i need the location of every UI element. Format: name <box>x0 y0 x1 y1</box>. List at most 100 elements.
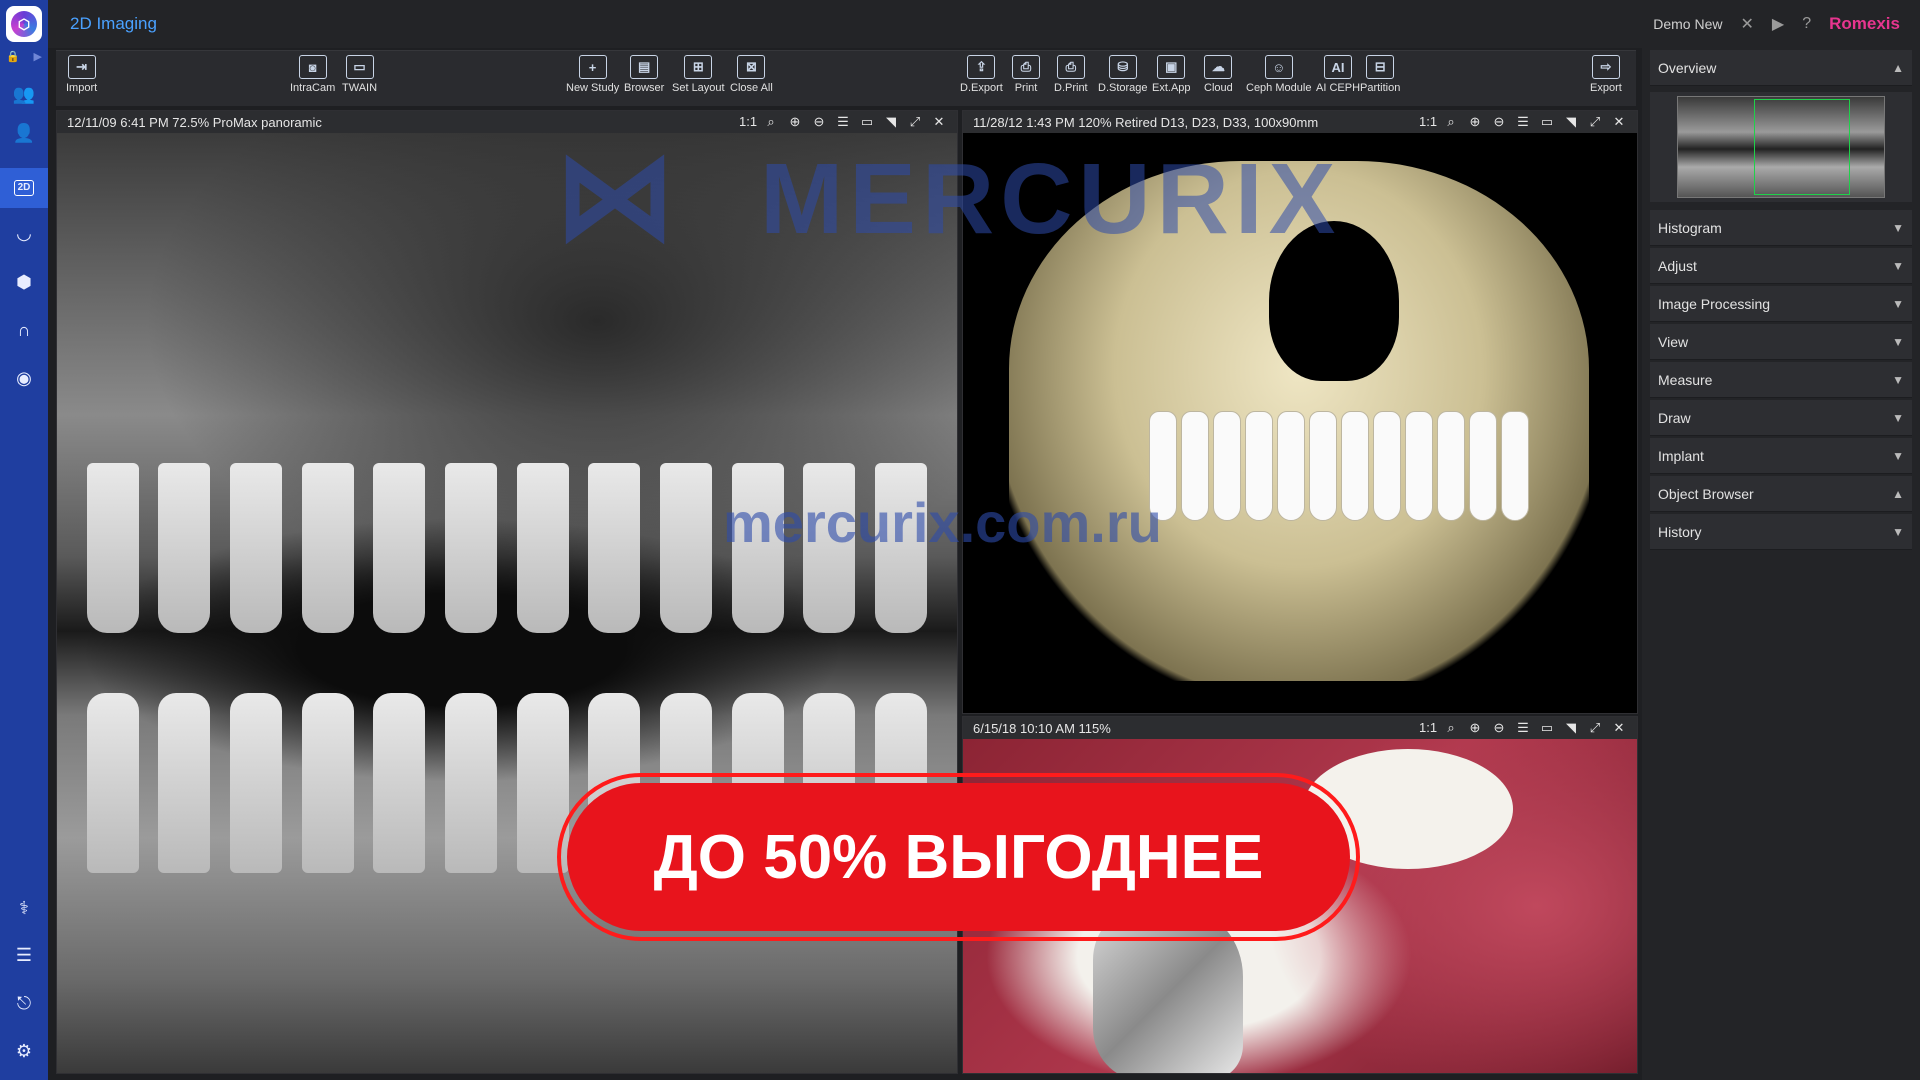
measure-label: Measure <box>1658 371 1713 388</box>
extapp-button[interactable]: ▣ Ext.App <box>1152 55 1191 94</box>
skull-teeth <box>1129 411 1549 521</box>
viewport-tools: 1:1 ⌕ ⊕ ⊖ ☰ ▭ ◥ ⤢ ✕ <box>1419 114 1627 130</box>
lock-icon[interactable]: 🔒 <box>6 50 20 64</box>
import-button[interactable]: ⇥ Import <box>66 55 97 94</box>
new-study-button[interactable]: + New Study <box>566 55 619 94</box>
print-button[interactable]: ⎙ Print <box>1012 55 1040 94</box>
zoom-fit-icon[interactable]: ⌕ <box>763 114 779 130</box>
rail-patients-button[interactable]: 👥 <box>0 74 48 114</box>
ceph-module-button[interactable]: ☺ Ceph Module <box>1246 55 1311 94</box>
view-header[interactable]: View ▼ <box>1650 324 1912 360</box>
zoom-out-icon[interactable]: ⊖ <box>811 114 827 130</box>
corner-icon[interactable]: ◥ <box>883 114 899 130</box>
history-header[interactable]: History ▼ <box>1650 514 1912 550</box>
maximize-icon[interactable]: ⤢ <box>907 114 923 130</box>
object-browser-header[interactable]: Object Browser ▲ <box>1650 476 1912 512</box>
dstorage-button[interactable]: ⛁ D.Storage <box>1098 55 1148 94</box>
export-button[interactable]: ⇨ Export <box>1590 55 1622 94</box>
chevron-down-icon: ▼ <box>1892 524 1904 539</box>
rail-logout-button[interactable]: ⎋ <box>0 983 48 1023</box>
list-icon[interactable]: ☰ <box>835 114 851 130</box>
admin-icon: ☰ <box>15 944 33 965</box>
implant-label: Implant <box>1658 447 1704 464</box>
2d-icon: 2D <box>13 180 35 196</box>
rail-patient-button[interactable]: 👤 <box>0 113 48 153</box>
browser-label: Browser <box>624 82 665 94</box>
zoom-fit-icon[interactable]: ⌕ <box>1443 720 1459 736</box>
user-icon: 👤 <box>12 122 36 143</box>
close-patient-icon[interactable]: ✕ <box>1741 14 1754 34</box>
close-icon[interactable]: ✕ <box>931 114 947 130</box>
browser-icon: ▤ <box>630 55 659 79</box>
histogram-label: Histogram <box>1658 219 1722 236</box>
close-all-button[interactable]: ⊠ Close All <box>730 55 773 94</box>
set-layout-button[interactable]: ⊞ Set Layout <box>672 55 725 94</box>
watermark-logo: ⋈ <box>555 129 675 263</box>
comment-icon[interactable]: ▭ <box>859 114 875 130</box>
app-logo[interactable]: ⬡ <box>6 6 42 42</box>
twain-button[interactable]: ▭ TWAIN <box>342 55 377 94</box>
chevron-down-icon: ▼ <box>1892 296 1904 311</box>
actual-size-button[interactable]: 1:1 <box>1419 114 1437 130</box>
intracam-button[interactable]: ◙ IntraCam <box>290 55 335 94</box>
partition-button[interactable]: ⊟ Partition <box>1360 55 1400 94</box>
histogram-header[interactable]: Histogram ▼ <box>1650 210 1912 246</box>
comment-icon[interactable]: ▭ <box>1539 114 1555 130</box>
zoom-in-icon[interactable]: ⊕ <box>1467 114 1483 130</box>
overview-thumbnail[interactable] <box>1677 96 1885 198</box>
rail-intraoral-button[interactable]: ◡ <box>0 213 48 253</box>
maximize-icon[interactable]: ⤢ <box>1587 114 1603 130</box>
actual-size-button[interactable]: 1:1 <box>739 114 757 130</box>
adjust-header[interactable]: Adjust ▼ <box>1650 248 1912 284</box>
rail-3d-button[interactable]: ⬢ <box>0 262 48 302</box>
draw-header[interactable]: Draw ▼ <box>1650 400 1912 436</box>
zoom-out-icon[interactable]: ⊖ <box>1491 720 1507 736</box>
close-all-icon: ⊠ <box>737 55 766 79</box>
overview-viewport-box[interactable] <box>1754 99 1850 195</box>
new-study-icon: + <box>578 55 607 79</box>
image-info: 11/28/12 1:43 PM 120% Retired D13, D23, … <box>973 114 1319 130</box>
new-study-label: New Study <box>566 82 620 94</box>
export-label: Export <box>1590 82 1622 94</box>
dstorage-label: D.Storage <box>1098 82 1148 94</box>
rail-account-button[interactable]: ⚙ <box>0 1031 48 1071</box>
twain-label: TWAIN <box>342 82 378 94</box>
expand-arrow-icon[interactable]: ▶ <box>34 50 42 64</box>
rail-2d-imaging-button[interactable]: 2D <box>0 168 48 208</box>
browser-button[interactable]: ▤ Browser <box>624 55 664 94</box>
comment-icon[interactable]: ▭ <box>1539 720 1555 736</box>
cloud-label: Cloud <box>1204 82 1233 94</box>
close-icon[interactable]: ✕ <box>1611 720 1627 736</box>
rail-arch-button[interactable]: ∩ <box>0 310 48 350</box>
cloud-button[interactable]: ☁ Cloud <box>1204 55 1233 94</box>
rail-model-button[interactable]: ◉ <box>0 358 48 398</box>
main-toolbar: ⇥ Import ◙ IntraCam ▭ TWAIN + New Study ▤ Bro… <box>56 50 1636 106</box>
corner-icon[interactable]: ◥ <box>1563 720 1579 736</box>
camera-icon: ◙ <box>298 55 327 79</box>
close-icon[interactable]: ✕ <box>1611 114 1627 130</box>
image-processing-header[interactable]: Image Processing ▼ <box>1650 286 1912 322</box>
ai-ceph-button[interactable]: AI AI CEPH <box>1316 55 1360 94</box>
measure-header[interactable]: Measure ▼ <box>1650 362 1912 398</box>
list-icon[interactable]: ☰ <box>1515 114 1531 130</box>
help-icon[interactable]: ? <box>1802 15 1811 33</box>
dprint-label: D.Print <box>1054 82 1088 94</box>
rail-chair-button[interactable]: ⚕ <box>0 888 48 928</box>
corner-icon[interactable]: ◥ <box>1563 114 1579 130</box>
video-icon[interactable]: ▶ <box>1772 14 1784 34</box>
maximize-icon[interactable]: ⤢ <box>1587 720 1603 736</box>
dexport-button[interactable]: ⇪ D.Export <box>960 55 1003 94</box>
zoom-out-icon[interactable]: ⊖ <box>1491 114 1507 130</box>
list-icon[interactable]: ☰ <box>1515 720 1531 736</box>
zoom-fit-icon[interactable]: ⌕ <box>1443 114 1459 130</box>
zoom-in-icon[interactable]: ⊕ <box>1467 720 1483 736</box>
dental-chair-icon: ⚕ <box>19 897 29 918</box>
rail-admin-button[interactable]: ☰ <box>0 935 48 975</box>
actual-size-button[interactable]: 1:1 <box>1419 720 1437 736</box>
partition-icon: ⊟ <box>1366 55 1395 79</box>
implant-header[interactable]: Implant ▼ <box>1650 438 1912 474</box>
zoom-in-icon[interactable]: ⊕ <box>787 114 803 130</box>
dprint-button[interactable]: ⎙ D.Print <box>1054 55 1088 94</box>
scanner-icon: ▭ <box>345 55 374 79</box>
overview-header[interactable]: Overview ▲ <box>1650 50 1912 86</box>
